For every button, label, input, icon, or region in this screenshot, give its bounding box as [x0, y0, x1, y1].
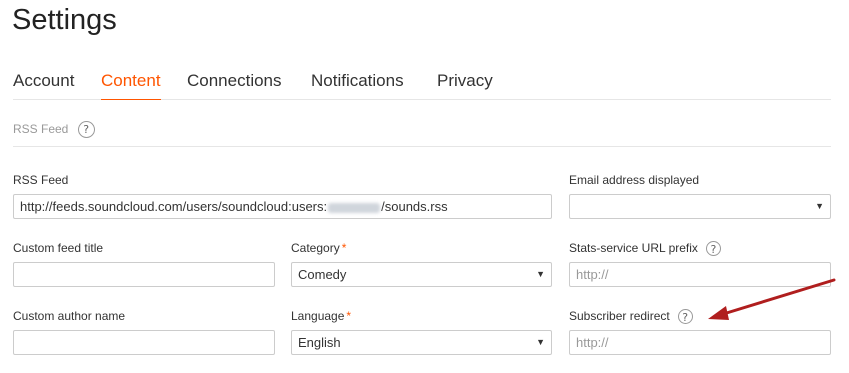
tab-privacy[interactable]: Privacy	[437, 70, 493, 92]
email-address-select[interactable]: ▼	[569, 194, 831, 219]
chevron-down-icon: ▼	[536, 269, 545, 279]
rss-feed-field[interactable]: http://feeds.soundcloud.com/users/soundc…	[13, 194, 552, 219]
rss-feed-label: RSS Feed	[13, 173, 69, 187]
stats-prefix-label-text: Stats-service URL prefix	[569, 241, 698, 255]
custom-author-label: Custom author name	[13, 309, 126, 323]
chevron-down-icon: ▼	[536, 337, 545, 347]
tab-account[interactable]: Account	[13, 70, 74, 92]
category-select[interactable]: Comedy ▼	[291, 262, 552, 287]
chevron-down-icon: ▼	[815, 201, 824, 211]
custom-author-field[interactable]	[13, 330, 275, 355]
email-address-label: Email address displayed	[569, 173, 700, 187]
language-label: Language *	[291, 308, 351, 324]
divider	[13, 146, 831, 147]
section-header: RSS Feed ?	[13, 120, 95, 139]
stats-prefix-label: Stats-service URL prefix?	[569, 240, 721, 257]
subscriber-redirect-placeholder: http://	[576, 335, 609, 350]
required-mark: *	[346, 309, 352, 323]
stats-prefix-placeholder: http://	[576, 267, 609, 282]
annotation-arrow-icon	[708, 278, 836, 320]
category-value: Comedy	[298, 267, 347, 282]
section-title: RSS Feed	[13, 122, 69, 136]
help-icon[interactable]: ?	[77, 121, 95, 139]
subscriber-redirect-label-text: Subscriber redirect	[569, 309, 670, 323]
language-value: English	[298, 335, 341, 350]
tab-connections[interactable]: Connections	[187, 70, 282, 92]
help-icon[interactable]: ?	[705, 241, 721, 257]
settings-tabs: Account Content Connections Notification…	[13, 70, 831, 100]
redacted-user-id	[328, 202, 381, 213]
subscriber-redirect-field[interactable]: http://	[569, 330, 831, 355]
tab-notifications[interactable]: Notifications	[311, 70, 404, 92]
required-mark: *	[341, 241, 347, 255]
rss-feed-value-suffix: /sounds.rss	[381, 199, 448, 214]
tab-content[interactable]: Content	[101, 70, 161, 100]
language-select[interactable]: English ▼	[291, 330, 552, 355]
help-icon[interactable]: ?	[677, 309, 693, 325]
custom-feed-title-label: Custom feed title	[13, 241, 104, 255]
rss-feed-value-prefix: http://feeds.soundcloud.com/users/soundc…	[20, 199, 328, 214]
custom-feed-title-field[interactable]	[13, 262, 275, 287]
language-label-text: Language	[291, 309, 345, 323]
category-label-text: Category	[291, 241, 340, 255]
page-title: Settings	[12, 4, 117, 36]
category-label: Category *	[291, 240, 346, 256]
subscriber-redirect-label: Subscriber redirect?	[569, 308, 693, 325]
